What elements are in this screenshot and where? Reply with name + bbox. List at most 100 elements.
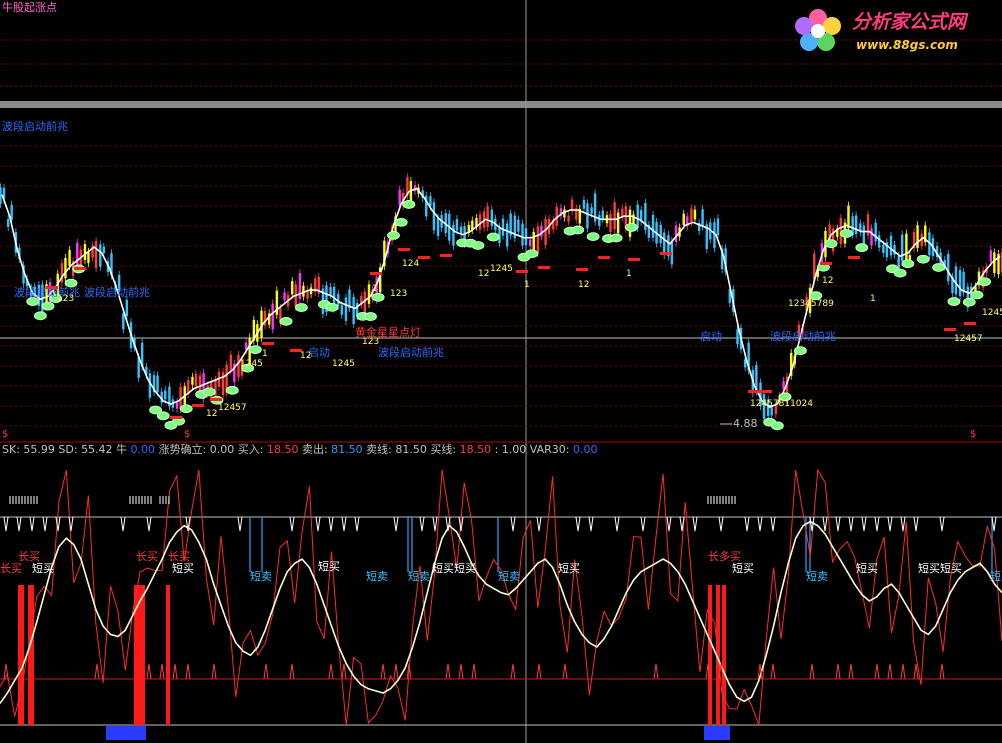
short-sell-signal: 短卖: [250, 569, 272, 583]
candle-body: [682, 213, 685, 226]
gem-icon: [387, 230, 400, 240]
candle-body: [302, 285, 305, 297]
gem-icon: [586, 232, 600, 242]
short-buy-signal: 短买: [454, 561, 476, 575]
red-dash: [944, 328, 956, 331]
candle-body: [455, 219, 459, 231]
gem-icon: [855, 243, 869, 253]
gem-icon: [824, 239, 838, 249]
tag-label: 1245: [332, 359, 355, 369]
candle-body: [609, 213, 612, 233]
red-dash: [848, 256, 860, 259]
indicator-label: 牛: [116, 442, 131, 456]
indicator-label: 买入:: [238, 443, 267, 456]
tag-label: 12457: [218, 403, 247, 413]
candle-body: [659, 224, 662, 244]
short-buy-signal: 短买: [172, 561, 194, 575]
short-sell-signal: 短卖: [498, 569, 520, 583]
gem-icon: [471, 241, 485, 250]
tag-label: 1: [626, 269, 632, 279]
candle-body: [882, 244, 885, 254]
gem-icon: [609, 233, 623, 243]
indicator-value: 0.00: [131, 443, 159, 456]
gem-icon: [840, 229, 853, 238]
indicator-value: 55.42: [81, 443, 116, 456]
gem-icon: [33, 311, 47, 321]
candle-body: [122, 313, 125, 330]
candle-body: [486, 206, 489, 228]
red-dash: [370, 272, 382, 275]
tag-label: 12: [478, 269, 489, 279]
red-dash: [210, 398, 222, 401]
top-panel-title: 牛股起涨点: [2, 0, 57, 14]
candle-body: [901, 234, 904, 262]
candle-body: [529, 239, 532, 247]
red-dash: [170, 416, 182, 419]
tag-label: 1: [262, 349, 268, 359]
site-logo[interactable]: 分析家公式网 www.88gs.com: [795, 9, 969, 52]
candle-body: [344, 297, 348, 321]
panel-divider[interactable]: [0, 101, 1002, 108]
candle-body: [713, 222, 716, 249]
tag-label: 123: [362, 337, 379, 347]
indicator-value: 81.50: [395, 443, 430, 456]
candle-body: [194, 373, 198, 387]
tag-label: 123: [57, 294, 74, 304]
candle-body: [490, 209, 494, 226]
tag-label: 124: [402, 259, 419, 269]
candle-body: [889, 235, 893, 256]
tag-label: 1245: [490, 264, 513, 274]
bottom-signal-bar: [106, 726, 146, 740]
candle-body: [905, 233, 908, 262]
indicator-value: 81.50: [331, 443, 366, 456]
tag-label: 1: [372, 284, 378, 294]
candle-body: [83, 244, 87, 260]
candle-body: [478, 214, 482, 230]
candle-body: [156, 375, 159, 393]
long-buy-bar: [138, 585, 145, 725]
indicator-values-bar: SK: 55.99 SD: 55.42 牛 0.00 涨势确立: 0.00 买入…: [2, 442, 597, 456]
indicator-label: SD:: [58, 443, 81, 456]
candle-body: [64, 257, 67, 279]
candle-body: [191, 376, 194, 385]
wave-start-label: 波段启动前兆: [84, 285, 150, 299]
gem-icon: [625, 223, 638, 232]
long-buy-bar: [28, 585, 34, 725]
candle-body: [536, 226, 540, 254]
red-dash: [262, 342, 274, 345]
short-buy-signal: 短买: [856, 561, 878, 575]
gem-icon: [279, 317, 293, 326]
gem-icon: [794, 346, 807, 356]
indicator-label: 涨势确立:: [159, 442, 210, 456]
candle-body: [102, 246, 105, 254]
candle-body: [363, 291, 367, 315]
indicator-value: 0.00: [210, 443, 238, 456]
long-buy-bar: [166, 585, 170, 725]
candle-body: [567, 215, 570, 222]
indicator-label: VAR30:: [530, 443, 573, 456]
candle-body: [521, 223, 524, 246]
gem-icon: [225, 385, 239, 395]
indicator-label: 卖线:: [366, 442, 395, 456]
gem-icon: [571, 225, 585, 235]
candle-body: [601, 210, 604, 220]
candle-body: [198, 375, 202, 392]
candle-body: [505, 223, 509, 247]
red-dash: [748, 390, 760, 393]
gem-icon: [202, 387, 216, 397]
candle-body: [701, 209, 704, 227]
candle-body: [954, 266, 958, 295]
gem-icon: [364, 312, 377, 321]
candle-body: [517, 219, 520, 232]
money-marker: $: [970, 429, 976, 440]
gem-icon: [156, 411, 170, 421]
long-buy-bar: [722, 585, 726, 725]
gem-icon: [248, 345, 262, 355]
gem-icon: [893, 268, 907, 278]
short-buy-signal: 短买: [732, 561, 754, 575]
candle-body: [436, 217, 440, 236]
tag-label: 1245: [982, 308, 1002, 318]
logo-url: www.88gs.com: [856, 38, 958, 52]
red-dash: [660, 252, 672, 255]
logo-text: 分析家公式网: [852, 11, 969, 33]
